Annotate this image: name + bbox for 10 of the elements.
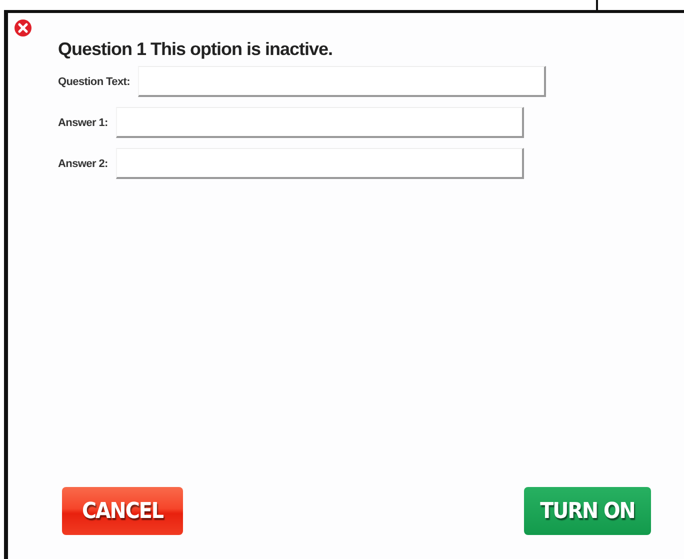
input-field[interactable] [116,107,524,138]
turn-on-button[interactable]: TURN ON [524,487,651,535]
dialog-title: Question 1 This option is inactive. [58,39,334,60]
input-field[interactable] [116,148,524,179]
field-label: Question Text: [58,76,130,88]
close-icon[interactable] [14,19,32,37]
input-field[interactable] [138,66,546,97]
cancel-button[interactable]: CANCEL [62,487,183,535]
field-label: Answer 2: [58,158,108,170]
field-label: Answer 1: [58,116,108,128]
